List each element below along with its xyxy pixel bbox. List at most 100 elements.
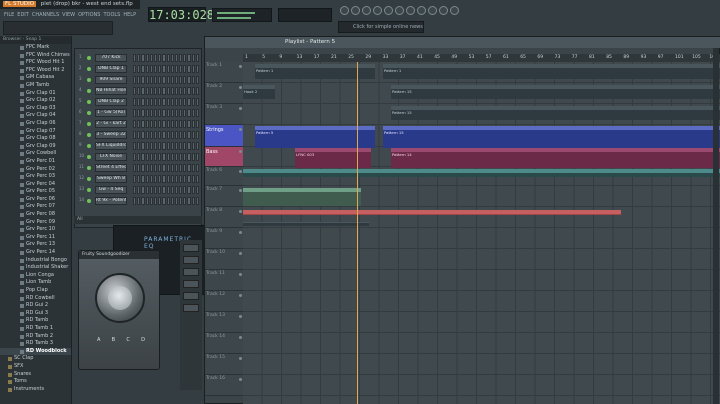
timeline-ruler[interactable]: 1 5 9 13 17 21 25 29 33 37 41 45 49 53 57 61 65 69 73 77 81 8…	[243, 54, 720, 62]
track-lane[interactable]	[243, 312, 720, 333]
step[interactable]	[179, 65, 183, 73]
step-sequencer[interactable]	[133, 98, 199, 106]
clip-red-automation[interactable]	[243, 210, 621, 215]
channel-name-button[interactable]: 909 Snare	[95, 76, 127, 84]
step[interactable]	[170, 87, 174, 95]
step[interactable]	[191, 142, 195, 150]
step[interactable]	[179, 54, 183, 62]
step[interactable]	[179, 153, 183, 161]
step[interactable]	[170, 164, 174, 172]
step[interactable]	[170, 131, 174, 139]
step[interactable]	[183, 54, 187, 62]
step-sequencer[interactable]	[133, 142, 199, 150]
step[interactable]	[183, 175, 187, 183]
step[interactable]	[174, 131, 179, 139]
channel-led[interactable]	[87, 111, 91, 115]
step[interactable]	[174, 54, 179, 62]
step[interactable]	[137, 197, 141, 205]
channel-led[interactable]	[87, 100, 91, 104]
step[interactable]	[141, 142, 145, 150]
channel-rack-icon[interactable]	[362, 6, 371, 15]
browser-item[interactable]: Grv Perc 06	[0, 196, 71, 204]
step-sequencer[interactable]	[133, 65, 199, 73]
browser-item[interactable]: Grv Perc 05	[0, 188, 71, 196]
step[interactable]	[133, 109, 137, 117]
step[interactable]	[149, 120, 153, 128]
step[interactable]	[133, 120, 137, 128]
step[interactable]	[158, 131, 162, 139]
mixer-slot[interactable]	[183, 268, 199, 276]
step[interactable]	[174, 153, 179, 161]
step[interactable]	[183, 109, 187, 117]
track-header[interactable]: Track 10	[205, 249, 243, 270]
step[interactable]	[187, 186, 191, 194]
channel-row[interactable]: 9 SFX Liquiddrop	[75, 141, 201, 151]
track-mute-led[interactable]	[239, 336, 242, 339]
step[interactable]	[137, 164, 141, 172]
browser-folder[interactable]: SC Clap	[0, 355, 71, 363]
step[interactable]	[166, 142, 170, 150]
track-header[interactable]: Track 7	[205, 186, 243, 207]
browser-item[interactable]: Grv Perc 09	[0, 219, 71, 227]
step[interactable]	[153, 98, 158, 106]
step[interactable]	[174, 197, 179, 205]
browser-item[interactable]: RD Gui 3	[0, 310, 71, 318]
browser-item[interactable]: Grv Clap 07	[0, 128, 71, 136]
step[interactable]	[158, 98, 162, 106]
channel-row[interactable]: 11 Street 4 Effect	[75, 163, 201, 173]
browser-item[interactable]: Grv Perc 10	[0, 226, 71, 234]
step[interactable]	[183, 120, 187, 128]
track-mute-led[interactable]	[239, 170, 242, 173]
step[interactable]	[183, 131, 187, 139]
step[interactable]	[183, 153, 187, 161]
step[interactable]	[149, 65, 153, 73]
step[interactable]	[158, 109, 162, 117]
step[interactable]	[145, 120, 149, 128]
step[interactable]	[162, 164, 166, 172]
step[interactable]	[174, 65, 179, 73]
step[interactable]	[195, 120, 199, 128]
step[interactable]	[162, 186, 166, 194]
step[interactable]	[137, 65, 141, 73]
browser-item[interactable]: Grv Perc 04	[0, 181, 71, 189]
step[interactable]	[149, 54, 153, 62]
step[interactable]	[149, 186, 153, 194]
step[interactable]	[153, 109, 158, 117]
browser-item[interactable]: Grv Clap 02	[0, 97, 71, 105]
step[interactable]	[158, 164, 162, 172]
track-lane[interactable]	[243, 270, 720, 291]
step[interactable]	[141, 76, 145, 84]
step[interactable]	[179, 98, 183, 106]
record-icon[interactable]	[439, 6, 448, 15]
step[interactable]	[174, 175, 179, 183]
step-sequencer[interactable]	[133, 54, 199, 62]
step[interactable]	[170, 175, 174, 183]
channel-row[interactable]: 4 NB Hihat Hold	[75, 86, 201, 96]
step[interactable]	[137, 186, 141, 194]
channel-name-button[interactable]: DNB Clap 2	[95, 98, 127, 106]
step[interactable]	[145, 153, 149, 161]
step[interactable]	[133, 186, 137, 194]
step[interactable]	[145, 131, 149, 139]
browser-item[interactable]: Industrial Shaker	[0, 264, 71, 272]
step[interactable]	[191, 76, 195, 84]
browser-folder[interactable]: Snares	[0, 371, 71, 379]
step[interactable]	[133, 175, 137, 183]
channel-name-button[interactable]: NB Hihat Hold	[95, 87, 127, 95]
step[interactable]	[183, 65, 187, 73]
track-header[interactable]: Track 9	[205, 228, 243, 249]
step[interactable]	[141, 131, 145, 139]
step[interactable]	[162, 54, 166, 62]
browser-item[interactable]: Lion Tamb	[0, 279, 71, 287]
step[interactable]	[145, 98, 149, 106]
step[interactable]	[166, 153, 170, 161]
channel-name-button[interactable]: LFX Noise	[95, 153, 127, 161]
step[interactable]	[183, 76, 187, 84]
step[interactable]	[141, 197, 145, 205]
track-mute-led[interactable]	[239, 378, 242, 381]
step[interactable]	[170, 197, 174, 205]
step[interactable]	[174, 76, 179, 84]
browser-item[interactable]: Grv Perc 08	[0, 211, 71, 219]
step[interactable]	[158, 87, 162, 95]
channel-name-button[interactable]: Sweep Wh 8	[95, 175, 127, 183]
